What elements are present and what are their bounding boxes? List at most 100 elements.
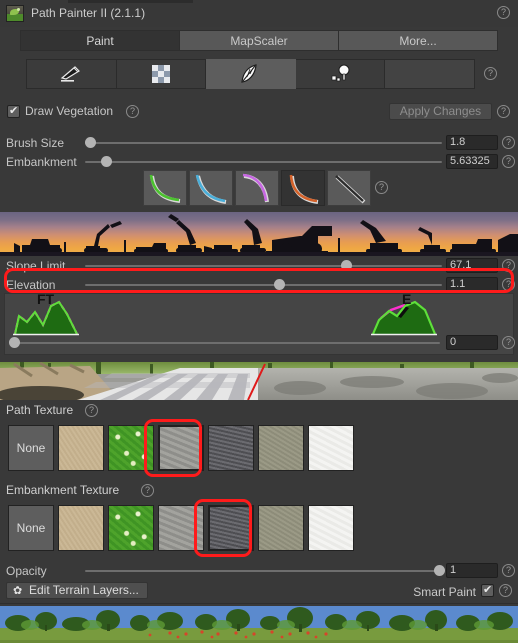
main-tabs: Paint MapScaler More...: [20, 30, 498, 51]
falloff-row: 0 ?: [0, 333, 518, 353]
tab-mapscaler[interactable]: MapScaler: [180, 30, 339, 51]
elevation-slider[interactable]: [85, 284, 442, 286]
opacity-help-icon[interactable]: ?: [502, 564, 515, 577]
embankment-slider[interactable]: [85, 161, 442, 163]
smart-paint-label: Smart Paint: [413, 585, 476, 599]
draw-vegetation-help-icon[interactable]: ?: [126, 105, 139, 118]
tool-button-row: ?: [26, 59, 497, 89]
draw-vegetation-checkbox[interactable]: [7, 104, 20, 118]
elevation-value[interactable]: 1.1: [446, 277, 498, 292]
elevation-knob[interactable]: [274, 279, 285, 290]
embankment-texture-label: Embankment Texture: [6, 483, 120, 497]
object-tool-button[interactable]: [295, 59, 386, 89]
path-texture-white[interactable]: [308, 425, 354, 471]
curve-purple-icon: [242, 173, 269, 203]
feather-tool-button[interactable]: [206, 59, 296, 89]
curve-preset-green[interactable]: [143, 170, 187, 206]
brush-size-row: Brush Size 1.8 ?: [0, 133, 518, 153]
smart-paint-help-icon[interactable]: ?: [499, 584, 512, 597]
brush-size-value[interactable]: 1.8: [446, 135, 498, 150]
embankment-help-icon[interactable]: ?: [502, 155, 515, 168]
brush-size-slider[interactable]: [85, 142, 442, 144]
smart-paint-checkbox[interactable]: [481, 583, 494, 597]
path-texture-sand[interactable]: [58, 425, 104, 471]
apply-changes-button[interactable]: Apply Changes: [389, 103, 492, 120]
window-titlebar: Path Painter II (2.1.1) ?: [0, 0, 518, 27]
embankment-knob[interactable]: [101, 156, 112, 167]
embankment-texture-white[interactable]: [308, 505, 354, 551]
curve-preset-purple[interactable]: [235, 170, 279, 206]
curve-preset-blue[interactable]: [189, 170, 233, 206]
embankment-texture-grass[interactable]: [108, 505, 154, 551]
checkerboard-icon: [151, 65, 170, 83]
app-logo-icon: [6, 5, 24, 22]
path-texture-gravel[interactable]: [208, 425, 254, 471]
embankment-texture-gravel[interactable]: [208, 505, 254, 551]
path-painter-window: Path Painter II (2.1.1) ? Paint MapScale…: [0, 0, 518, 643]
checker-tool-button[interactable]: [116, 59, 207, 89]
draw-vegetation-label: Draw Vegetation: [25, 104, 114, 118]
edit-terrain-layers-button[interactable]: ✿ Edit Terrain Layers...: [6, 582, 148, 599]
opacity-slider[interactable]: [85, 570, 442, 572]
road-preview-banner: [0, 362, 518, 400]
apply-changes-help-icon[interactable]: ?: [497, 105, 510, 118]
elevation-label: Elevation: [6, 278, 56, 292]
edit-terrain-layers-label: Edit Terrain Layers...: [29, 583, 139, 597]
tab-paint[interactable]: Paint: [20, 30, 180, 51]
empty-tool-slot[interactable]: [385, 59, 475, 89]
elevation-help-icon[interactable]: ?: [502, 278, 515, 291]
slope-limit-knob[interactable]: [341, 260, 352, 271]
brush-size-help-icon[interactable]: ?: [502, 136, 515, 149]
construction-silhouettes: [0, 214, 518, 256]
curve-orange-icon: [289, 174, 319, 204]
embankment-texture-olive[interactable]: [258, 505, 304, 551]
opacity-value[interactable]: 1: [446, 563, 498, 578]
path-texture-rock[interactable]: [158, 425, 204, 471]
scraper-tool-button[interactable]: [26, 59, 117, 89]
opacity-row: Opacity 1 ?: [0, 561, 518, 581]
curve-preset-linear[interactable]: [327, 170, 371, 206]
embankment-label: Embankment: [6, 155, 77, 169]
opacity-knob[interactable]: [434, 565, 445, 576]
falloff-help-icon[interactable]: ?: [502, 336, 515, 349]
path-texture-none[interactable]: None: [8, 425, 54, 471]
path-texture-grass[interactable]: [108, 425, 154, 471]
tab-more[interactable]: More...: [339, 30, 498, 51]
embankment-texture-swatches: None: [8, 505, 354, 551]
embankment-texture-sand[interactable]: [58, 505, 104, 551]
slope-limit-value[interactable]: 67.1: [446, 258, 498, 273]
scraper-icon: [61, 66, 81, 82]
terrain-profile-graphs: [13, 300, 437, 336]
slope-limit-help-icon[interactable]: ?: [502, 259, 515, 272]
window-tab-stub: [68, 0, 193, 3]
path-texture-swatches: None: [8, 425, 354, 471]
embankment-texture-none[interactable]: None: [8, 505, 54, 551]
tree-meadow-image: [0, 606, 518, 643]
falloff-knob[interactable]: [9, 337, 20, 348]
graph-right-label: E: [402, 291, 412, 307]
curve-preset-help-icon[interactable]: ?: [375, 181, 388, 194]
path-texture-olive[interactable]: [258, 425, 304, 471]
path-texture-help-icon[interactable]: ?: [85, 404, 98, 417]
falloff-slider[interactable]: [12, 342, 440, 344]
embankment-value[interactable]: 5.63325: [446, 154, 498, 169]
embankment-row: Embankment 5.63325 ?: [0, 152, 518, 172]
toolbar-help-icon[interactable]: ?: [484, 67, 497, 80]
brush-size-knob[interactable]: [85, 137, 96, 148]
curve-green-icon: [149, 174, 181, 203]
brush-size-label: Brush Size: [6, 136, 65, 150]
falloff-value[interactable]: 0: [446, 335, 498, 350]
embankment-texture-rock[interactable]: [158, 505, 204, 551]
graph-left-label: FT: [37, 291, 55, 307]
curve-preset-orange[interactable]: [281, 170, 325, 206]
feather-icon: [241, 64, 258, 83]
construction-sunset-banner: [0, 212, 518, 256]
curve-preset-row: ?: [143, 170, 388, 206]
path-texture-label: Path Texture: [6, 403, 74, 417]
road-preview-image: [0, 362, 518, 400]
slope-limit-slider[interactable]: [85, 265, 442, 267]
object-placement-icon: [331, 64, 350, 82]
curve-linear-icon: [335, 175, 366, 204]
embankment-texture-help-icon[interactable]: ?: [141, 484, 154, 497]
help-icon[interactable]: ?: [497, 6, 510, 19]
